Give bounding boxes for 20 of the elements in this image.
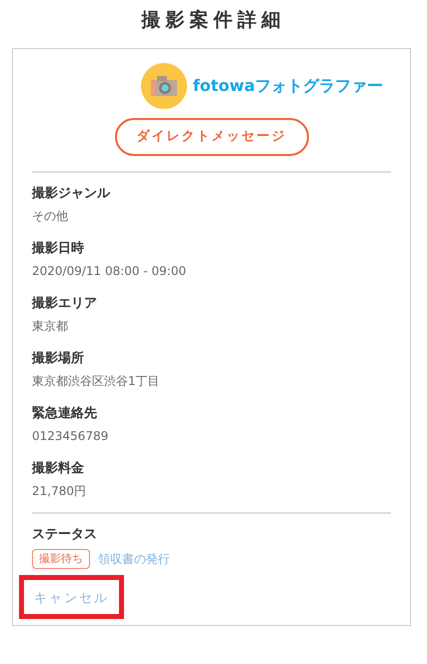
field-value: 東京都渋谷区渋谷1丁目 — [32, 372, 161, 390]
field-label: 緊急連絡先 — [32, 404, 98, 422]
status-badge: 撮影待ち — [32, 548, 90, 569]
field-label: 撮影日時 — [32, 240, 85, 258]
camera-icon — [140, 63, 187, 109]
field-label: 撮影場所 — [32, 350, 85, 368]
receipt-link[interactable]: 領収書の発行 — [98, 550, 170, 568]
field-label: 撮影料金 — [32, 460, 85, 478]
field-value: 21,780円 — [32, 482, 87, 500]
status-label: ステータス — [32, 526, 98, 544]
cancel-link[interactable]: キャンセル — [34, 591, 109, 606]
field-value: 2020/09/11 08:00 - 09:00 — [32, 262, 188, 280]
field-label: 撮影ジャンル — [32, 184, 112, 202]
page-title: 撮影案件詳細 — [140, 8, 286, 33]
direct-message-button[interactable]: ダイレクトメッセージ — [114, 118, 308, 156]
field-label: 撮影エリア — [32, 294, 98, 312]
brand-name: fotowaフォトグラファー — [192, 75, 383, 97]
field-value: 東京都 — [32, 318, 69, 334]
field-value: 0123456789 — [32, 428, 110, 444]
field-value: その他 — [32, 208, 69, 224]
